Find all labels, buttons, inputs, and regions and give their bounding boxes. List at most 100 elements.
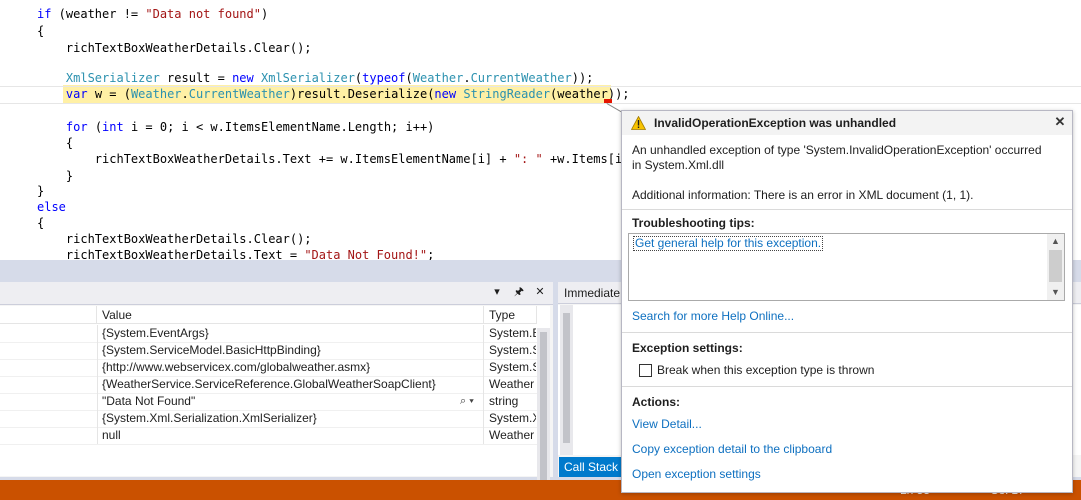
table-row[interactable]: {System.Xml.Serialization.XmlSerializer}… <box>0 410 550 428</box>
column-header-name[interactable] <box>0 306 97 324</box>
scrollbar-thumb[interactable] <box>540 332 547 492</box>
code-token: "Data not found" <box>145 7 261 21</box>
code-token: new <box>232 71 254 85</box>
scrollbar-thumb[interactable] <box>1049 250 1062 282</box>
table-row[interactable]: null Weather <box>0 427 550 445</box>
code-token: typeof <box>362 71 406 85</box>
exception-settings-heading: Exception settings: <box>632 341 743 355</box>
break-when-thrown-label[interactable]: Break when this exception type is thrown <box>657 363 874 377</box>
troubleshooting-heading: Troubleshooting tips: <box>632 216 755 230</box>
code-token: { <box>37 136 74 150</box>
code-token: { <box>37 24 45 38</box>
cell-value: {System.EventArgs} <box>97 325 484 342</box>
table-row[interactable]: {System.EventArgs} System.E <box>0 325 550 343</box>
cell-name <box>0 342 98 359</box>
table-row[interactable]: "Data Not Found" string ⌕ ▾ <box>0 393 550 411</box>
troubleshooting-tips-box[interactable]: Get general help for this exception. ▲ ▼ <box>628 233 1065 301</box>
cell-type: Weather <box>489 377 535 391</box>
view-detail-link[interactable]: View Detail... <box>632 417 702 431</box>
cell-value: {System.ServiceModel.BasicHttpBinding} <box>97 342 484 359</box>
cell-name <box>0 359 98 376</box>
break-when-thrown-checkbox[interactable] <box>639 364 652 377</box>
code-token: richTextBoxWeatherDetails.Text = <box>37 248 305 260</box>
code-token: richTextBoxWeatherDetails.Clear(); <box>37 41 312 55</box>
close-icon[interactable]: ✕ <box>1053 115 1067 129</box>
cell-type: Weather <box>489 428 535 442</box>
code-token: ( <box>405 71 413 85</box>
exception-additional-info: Additional information: There is an erro… <box>632 188 974 202</box>
code-token: ) <box>260 7 269 21</box>
column-header-type[interactable]: Type <box>484 306 537 324</box>
chevron-down-icon[interactable]: ▾ <box>490 285 504 299</box>
code-token: . <box>463 71 471 85</box>
search-help-online-link[interactable]: Search for more Help Online... <box>632 309 794 323</box>
scroll-down-icon[interactable]: ▼ <box>1049 286 1062 299</box>
immediate-scrollbar[interactable] <box>560 305 573 455</box>
general-help-link[interactable]: Get general help for this exception. <box>633 236 824 251</box>
code-line[interactable]: if (weather != "Data not found") <box>37 5 1081 23</box>
exception-title: InvalidOperationException was unhandled <box>654 116 897 130</box>
code-token: Weather <box>130 87 182 101</box>
cell-value: "Data Not Found" <box>97 393 484 410</box>
cell-type: System.E <box>489 326 536 340</box>
tips-scrollbar[interactable]: ▲ ▼ <box>1047 234 1064 300</box>
code-line[interactable]: { <box>37 22 1081 40</box>
code-token: (weather != <box>51 7 146 21</box>
exception-message: An unhandled exception of type 'System.I… <box>632 143 1042 172</box>
code-token: "Data Not Found!" <box>304 248 428 260</box>
code-token: i = 0; i < w.ItemsElementName.Length; i+… <box>123 120 435 134</box>
table-row[interactable]: {System.ServiceModel.BasicHttpBinding} Sy… <box>0 342 550 360</box>
warning-icon <box>631 116 646 130</box>
cell-value: null <box>97 427 484 444</box>
cell-type: System.S <box>489 360 536 374</box>
code-token: StringReader <box>463 87 551 101</box>
scroll-up-icon[interactable]: ▲ <box>1049 235 1062 248</box>
code-token: var <box>65 87 88 101</box>
exception-header: InvalidOperationException was unhandled … <box>622 111 1072 135</box>
cell-value: {System.Xml.Serialization.XmlSerializer} <box>97 410 484 427</box>
cell-type: System.S <box>489 343 536 357</box>
open-exception-settings-link[interactable]: Open exception settings <box>632 467 761 481</box>
code-token: ( <box>87 120 103 134</box>
cell-name <box>0 393 98 410</box>
locals-title-bar: ▾ 🖈 ✕ <box>0 282 553 305</box>
code-token: XmlSerializer <box>261 71 355 85</box>
cell-type: string <box>489 394 519 408</box>
exception-helper-popup: InvalidOperationException was unhandled … <box>621 110 1073 493</box>
locals-scrollbar[interactable] <box>537 328 550 498</box>
error-squiggle-marker <box>604 99 612 103</box>
code-token: CurrentWeather <box>470 71 572 85</box>
cell-name <box>0 427 98 444</box>
code-token: new <box>434 87 457 101</box>
close-icon[interactable]: ✕ <box>533 285 547 299</box>
divider <box>622 386 1072 387</box>
locals-table: Value Type {System.EventArgs} System.E {Sy… <box>0 306 550 498</box>
code-token: { <box>37 216 45 230</box>
cell-name <box>0 325 98 342</box>
table-row[interactable]: {WeatherService.ServiceReference.GlobalW… <box>0 376 550 394</box>
divider <box>622 209 1072 210</box>
code-token: CurrentWeather <box>188 87 290 101</box>
code-token: int <box>102 120 124 134</box>
cell-name <box>0 376 98 393</box>
code-token: XmlSerializer <box>65 71 160 85</box>
code-token: ; <box>427 248 435 260</box>
copy-exception-detail-link[interactable]: Copy exception detail to the clipboard <box>632 442 832 456</box>
visualizer-magnifier-icon[interactable]: ⌕ ▾ <box>460 393 474 410</box>
pin-icon[interactable]: 🖈 <box>512 285 526 299</box>
column-header-value[interactable]: Value <box>97 306 484 324</box>
code-token: )); <box>571 71 594 85</box>
code-token: result = <box>159 71 233 85</box>
code-line[interactable]: richTextBoxWeatherDetails.Clear(); <box>37 39 1081 57</box>
code-token: . <box>181 87 189 101</box>
code-token: } <box>37 169 74 183</box>
tab-call-stack[interactable]: Call Stack <box>559 457 621 477</box>
cell-value: {WeatherService.ServiceReference.GlobalW… <box>97 376 484 393</box>
table-row[interactable]: {http://www.webservicex.com/globalweathe… <box>0 359 550 377</box>
locals-window: ▾ 🖈 ✕ Value Type {System.EventArgs} Syste… <box>0 282 553 498</box>
code-line[interactable]: var w = (Weather.CurrentWeather)result.D… <box>37 85 1081 103</box>
scrollbar-thumb[interactable] <box>563 313 570 443</box>
